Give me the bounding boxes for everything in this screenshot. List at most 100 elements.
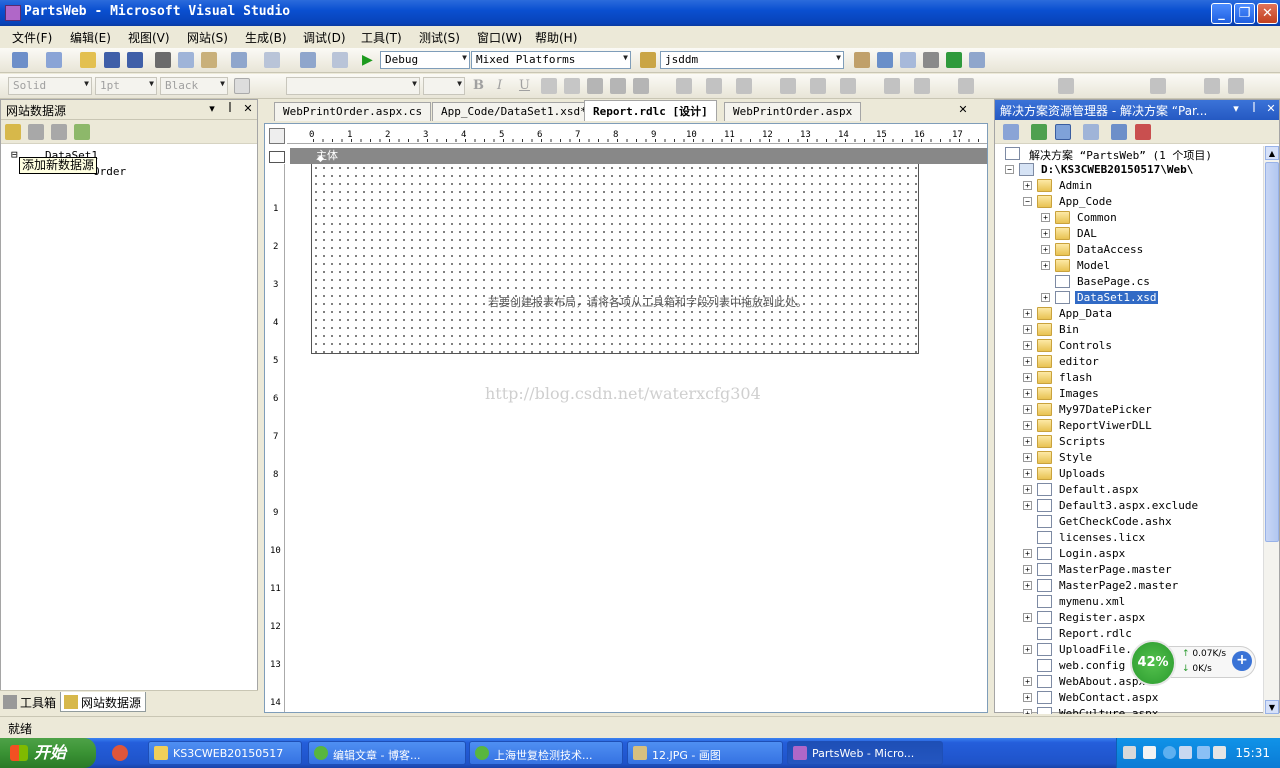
network-speed-widget[interactable]: 42% ↑ 0.07K/s ↓ 0K/s + <box>1130 640 1258 686</box>
menu-edit[interactable]: 编辑(E) <box>70 29 111 46</box>
nest-related-files-icon[interactable] <box>1055 124 1071 140</box>
find-icon[interactable] <box>854 52 870 68</box>
send-to-back-icon[interactable] <box>1228 78 1244 94</box>
expand-icon[interactable]: + <box>1041 245 1050 254</box>
memory-usage-gauge[interactable]: 42% <box>1130 640 1176 686</box>
view-code-icon[interactable] <box>1083 124 1099 140</box>
collapse-icon[interactable]: − <box>1005 165 1014 174</box>
section-handle[interactable] <box>269 151 285 163</box>
panel-close-icon[interactable]: ✕ <box>241 102 255 116</box>
paste-icon[interactable] <box>201 52 217 68</box>
find-in-files-icon[interactable] <box>640 52 656 68</box>
copy-icon[interactable] <box>178 52 194 68</box>
configure-dataset-icon[interactable] <box>51 124 67 140</box>
font-family-select[interactable]: ▼ <box>286 77 420 95</box>
navigate-forward-icon[interactable] <box>332 52 348 68</box>
menu-view[interactable]: 视图(V) <box>128 29 170 46</box>
underline-button[interactable]: U <box>519 78 530 93</box>
expand-icon[interactable]: + <box>1041 293 1050 302</box>
edit-dataset-icon[interactable] <box>28 124 44 140</box>
report-body-section-bar[interactable]: ◆ 主体 <box>290 148 987 164</box>
align-center-icon[interactable] <box>610 78 626 94</box>
tab-toolbox[interactable]: 工具箱 <box>0 692 60 712</box>
users-icon[interactable] <box>1197 746 1210 759</box>
expand-icon[interactable]: + <box>1023 709 1032 714</box>
expand-icon[interactable]: + <box>1023 437 1032 446</box>
expand-icon[interactable]: + <box>1023 341 1032 350</box>
expand-icon[interactable]: + <box>1041 213 1050 222</box>
tab-dataset1-xsd[interactable]: App_Code/DataSet1.xsd* <box>432 102 596 121</box>
task-browser-blog[interactable]: 编辑文章 - 博客... <box>308 741 466 765</box>
expand-icon[interactable]: + <box>1023 405 1032 414</box>
undo-icon[interactable] <box>231 52 247 68</box>
navigate-backward-icon[interactable] <box>300 52 316 68</box>
auto-hide-pin-icon[interactable]: ꟾ <box>223 102 237 116</box>
menu-debug[interactable]: 调试(D) <box>303 29 346 46</box>
find-combo[interactable]: jsddm ▼ <box>660 51 844 69</box>
save-all-icon[interactable] <box>127 52 143 68</box>
start-page-icon[interactable] <box>969 52 985 68</box>
object-browser-icon[interactable] <box>946 52 962 68</box>
expand-icon[interactable]: + <box>1023 693 1032 702</box>
line-width-select[interactable]: 1pt ▼ <box>95 77 157 95</box>
refresh-icon[interactable] <box>1031 124 1047 140</box>
expand-icon[interactable]: + <box>1023 645 1032 654</box>
properties-icon[interactable] <box>1003 124 1019 140</box>
align-middles-icon[interactable] <box>810 78 826 94</box>
maximize-button[interactable]: ❐ <box>1234 3 1255 24</box>
keyboard-icon[interactable] <box>1123 746 1136 759</box>
expand-icon[interactable]: + <box>1023 613 1032 622</box>
expand-icon[interactable]: + <box>1023 309 1032 318</box>
menu-website[interactable]: 网站(S) <box>187 29 228 46</box>
expand-icon[interactable]: + <box>1023 357 1032 366</box>
scroll-thumb[interactable] <box>1265 162 1279 542</box>
start-button[interactable]: 开始 <box>0 738 96 768</box>
menu-tools[interactable]: 工具(T) <box>361 29 402 46</box>
task-paint[interactable]: 12.JPG - 画图 <box>627 741 783 765</box>
toolbox-icon[interactable] <box>923 52 939 68</box>
close-document-icon[interactable]: ✕ <box>956 103 970 117</box>
horizontal-spacing-icon[interactable] <box>958 78 974 94</box>
menu-window[interactable]: 窗口(W) <box>477 29 522 46</box>
tree-item-order[interactable]: Order <box>93 165 126 178</box>
add-new-data-source-icon[interactable] <box>5 124 21 140</box>
menu-file[interactable]: 文件(F) <box>12 29 52 46</box>
tab-webprintorder-aspx[interactable]: WebPrintOrder.aspx <box>724 102 862 121</box>
expand-icon[interactable]: + <box>1023 549 1032 558</box>
properties-icon[interactable] <box>900 52 916 68</box>
cut-icon[interactable] <box>155 52 171 68</box>
expand-icon[interactable]: + <box>1023 485 1032 494</box>
widget-expand-button[interactable]: + <box>1232 651 1252 671</box>
add-item-icon[interactable] <box>46 52 62 68</box>
align-centers-icon[interactable] <box>706 78 722 94</box>
save-icon[interactable] <box>104 52 120 68</box>
task-browser-shanghai[interactable]: 上海世复检测技术... <box>469 741 623 765</box>
expand-icon[interactable]: + <box>1023 581 1032 590</box>
expand-icon[interactable]: + <box>1023 469 1032 478</box>
copy-website-icon[interactable] <box>1135 124 1151 140</box>
center-horizontally-icon[interactable] <box>1150 78 1166 94</box>
tab-webprintorder-cs[interactable]: WebPrintOrder.aspx.cs <box>274 102 432 121</box>
start-debugging-icon[interactable]: ▶ <box>362 52 378 68</box>
expand-icon[interactable]: + <box>1023 181 1032 190</box>
minimize-button[interactable]: _ <box>1211 3 1232 24</box>
auto-hide-pin-icon[interactable]: ꟾ <box>1247 102 1261 116</box>
solution-configuration-select[interactable]: Debug ▼ <box>380 51 470 69</box>
view-designer-icon[interactable] <box>1111 124 1127 140</box>
line-style-select[interactable]: Solid ▼ <box>8 77 92 95</box>
expand-icon[interactable]: + <box>1023 677 1032 686</box>
expand-icon[interactable]: + <box>1041 229 1050 238</box>
scroll-down-icon[interactable]: ▼ <box>1265 700 1279 714</box>
background-color-icon[interactable] <box>564 78 580 94</box>
align-lefts-icon[interactable] <box>676 78 692 94</box>
menu-help[interactable]: 帮助(H) <box>535 29 577 46</box>
vertical-spacing-icon[interactable] <box>1058 78 1074 94</box>
refresh-icon[interactable] <box>74 124 90 140</box>
border-icon[interactable] <box>234 78 250 94</box>
expand-icon[interactable]: + <box>1041 261 1050 270</box>
open-icon[interactable] <box>80 52 96 68</box>
solution-platform-select[interactable]: Mixed Platforms ▼ <box>471 51 631 69</box>
expand-icon[interactable]: + <box>1023 421 1032 430</box>
italic-button[interactable]: I <box>497 78 502 93</box>
tree-collapse-icon[interactable]: ⊟ <box>11 148 18 161</box>
